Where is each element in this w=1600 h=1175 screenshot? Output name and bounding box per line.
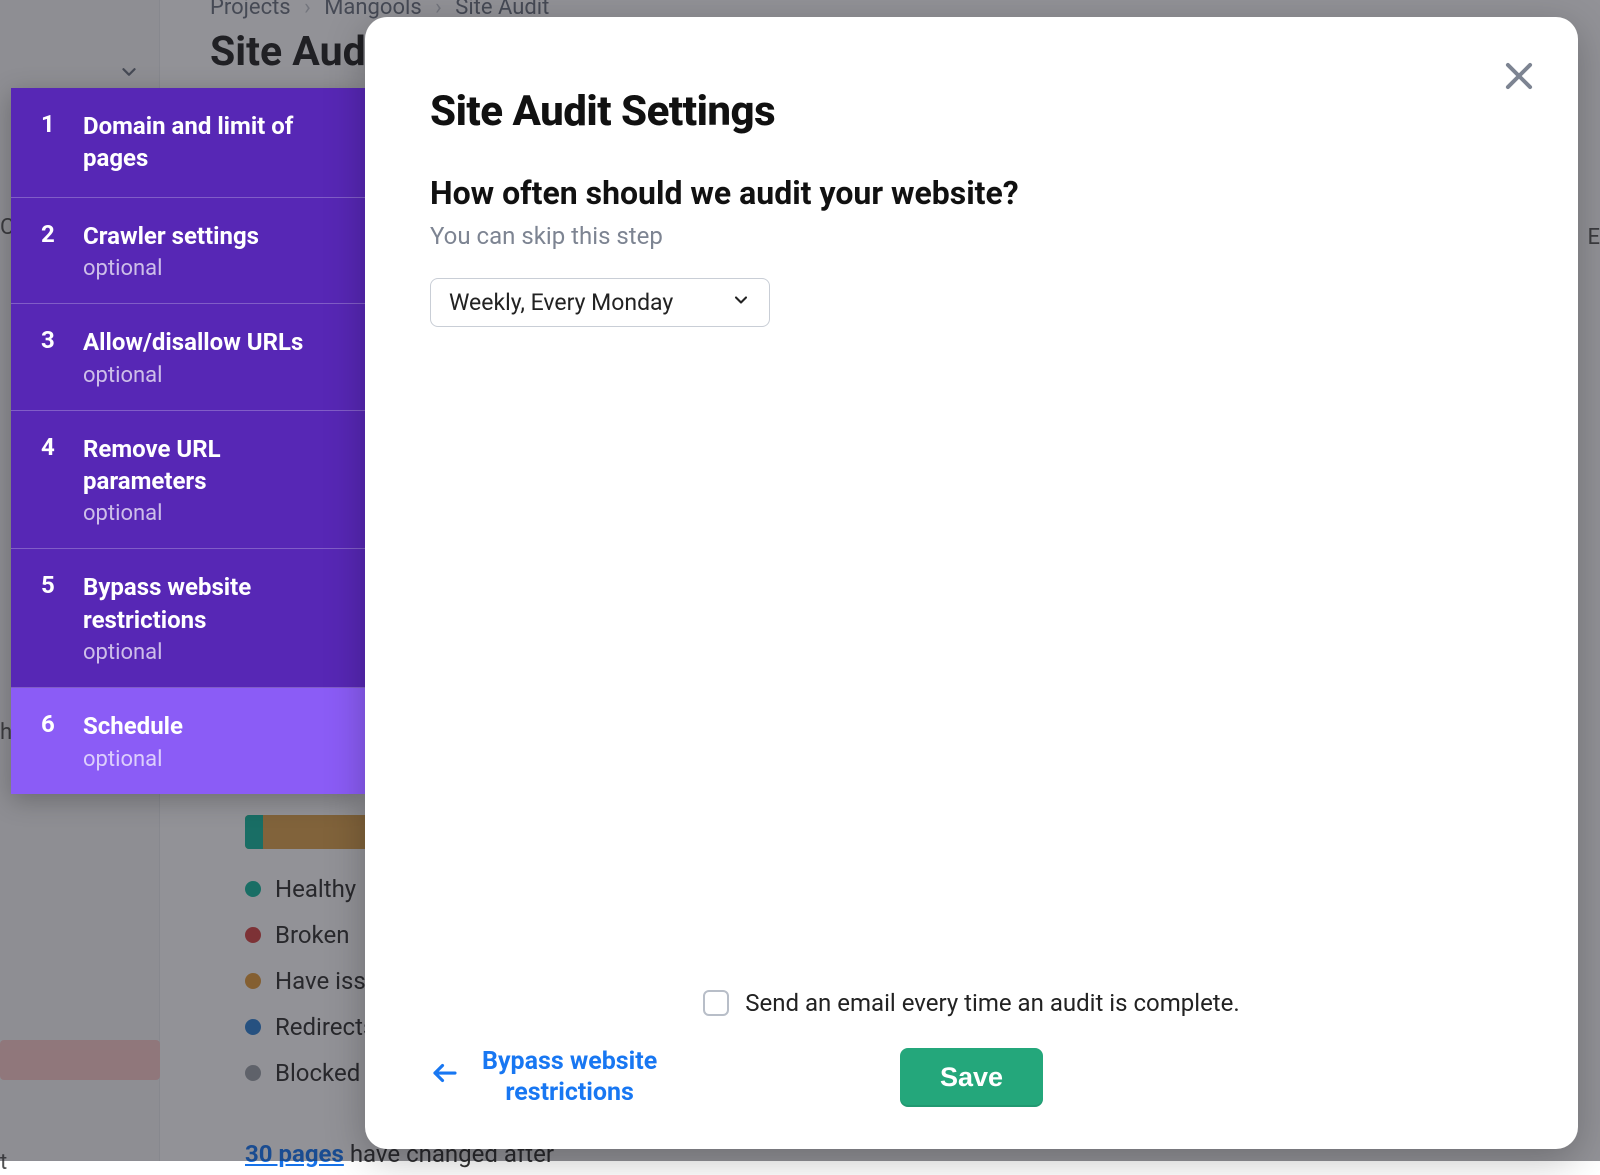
save-button[interactable]: Save <box>900 1048 1043 1107</box>
back-button[interactable]: Bypass websiterestrictions <box>430 1046 657 1109</box>
step-title: Bypass website restrictions <box>83 571 341 636</box>
wizard-step-allow-disallow[interactable]: 3 Allow/disallow URLs optional <box>11 304 365 410</box>
wizard-step-crawler[interactable]: 2 Crawler settings optional <box>11 198 365 304</box>
step-title: Domain and limit of pages <box>83 110 341 175</box>
step-number: 2 <box>41 220 61 281</box>
arrow-left-icon <box>430 1058 460 1096</box>
step-optional: optional <box>83 501 341 526</box>
wizard-step-schedule[interactable]: 6 Schedule optional <box>11 688 365 793</box>
select-value: Weekly, Every Monday <box>449 289 673 316</box>
chevron-down-icon <box>731 289 751 316</box>
step-title: Crawler settings <box>83 220 259 252</box>
step-number: 3 <box>41 326 61 387</box>
email-checkbox[interactable] <box>703 990 729 1016</box>
wizard-step-remove-params[interactable]: 4 Remove URL parameters optional <box>11 411 365 550</box>
email-notify-row: Send an email every time an audit is com… <box>430 989 1513 1017</box>
step-title: Remove URL parameters <box>83 433 341 498</box>
step-number: 1 <box>41 110 61 175</box>
step-optional: optional <box>83 256 259 281</box>
email-label: Send an email every time an audit is com… <box>745 989 1239 1017</box>
step-number: 4 <box>41 433 61 527</box>
step-optional: optional <box>83 363 303 388</box>
wizard-steps: 1 Domain and limit of pages 2 Crawler se… <box>11 88 365 794</box>
step-title: Schedule <box>83 710 183 742</box>
back-label: Bypass websiterestrictions <box>482 1046 657 1109</box>
modal-title: Site Audit Settings <box>430 87 1513 136</box>
step-title: Allow/disallow URLs <box>83 326 303 358</box>
step-optional: optional <box>83 747 183 772</box>
modal-hint: You can skip this step <box>430 222 1513 250</box>
settings-modal: Site Audit Settings How often should we … <box>365 17 1578 1149</box>
close-button[interactable] <box>1500 57 1538 95</box>
step-optional: optional <box>83 640 341 665</box>
step-number: 6 <box>41 710 61 771</box>
wizard-step-domain[interactable]: 1 Domain and limit of pages <box>11 88 365 198</box>
modal-question: How often should we audit your website? <box>430 174 1513 212</box>
schedule-select[interactable]: Weekly, Every Monday <box>430 278 770 327</box>
step-number: 5 <box>41 571 61 665</box>
wizard-step-bypass[interactable]: 5 Bypass website restrictions optional <box>11 549 365 688</box>
